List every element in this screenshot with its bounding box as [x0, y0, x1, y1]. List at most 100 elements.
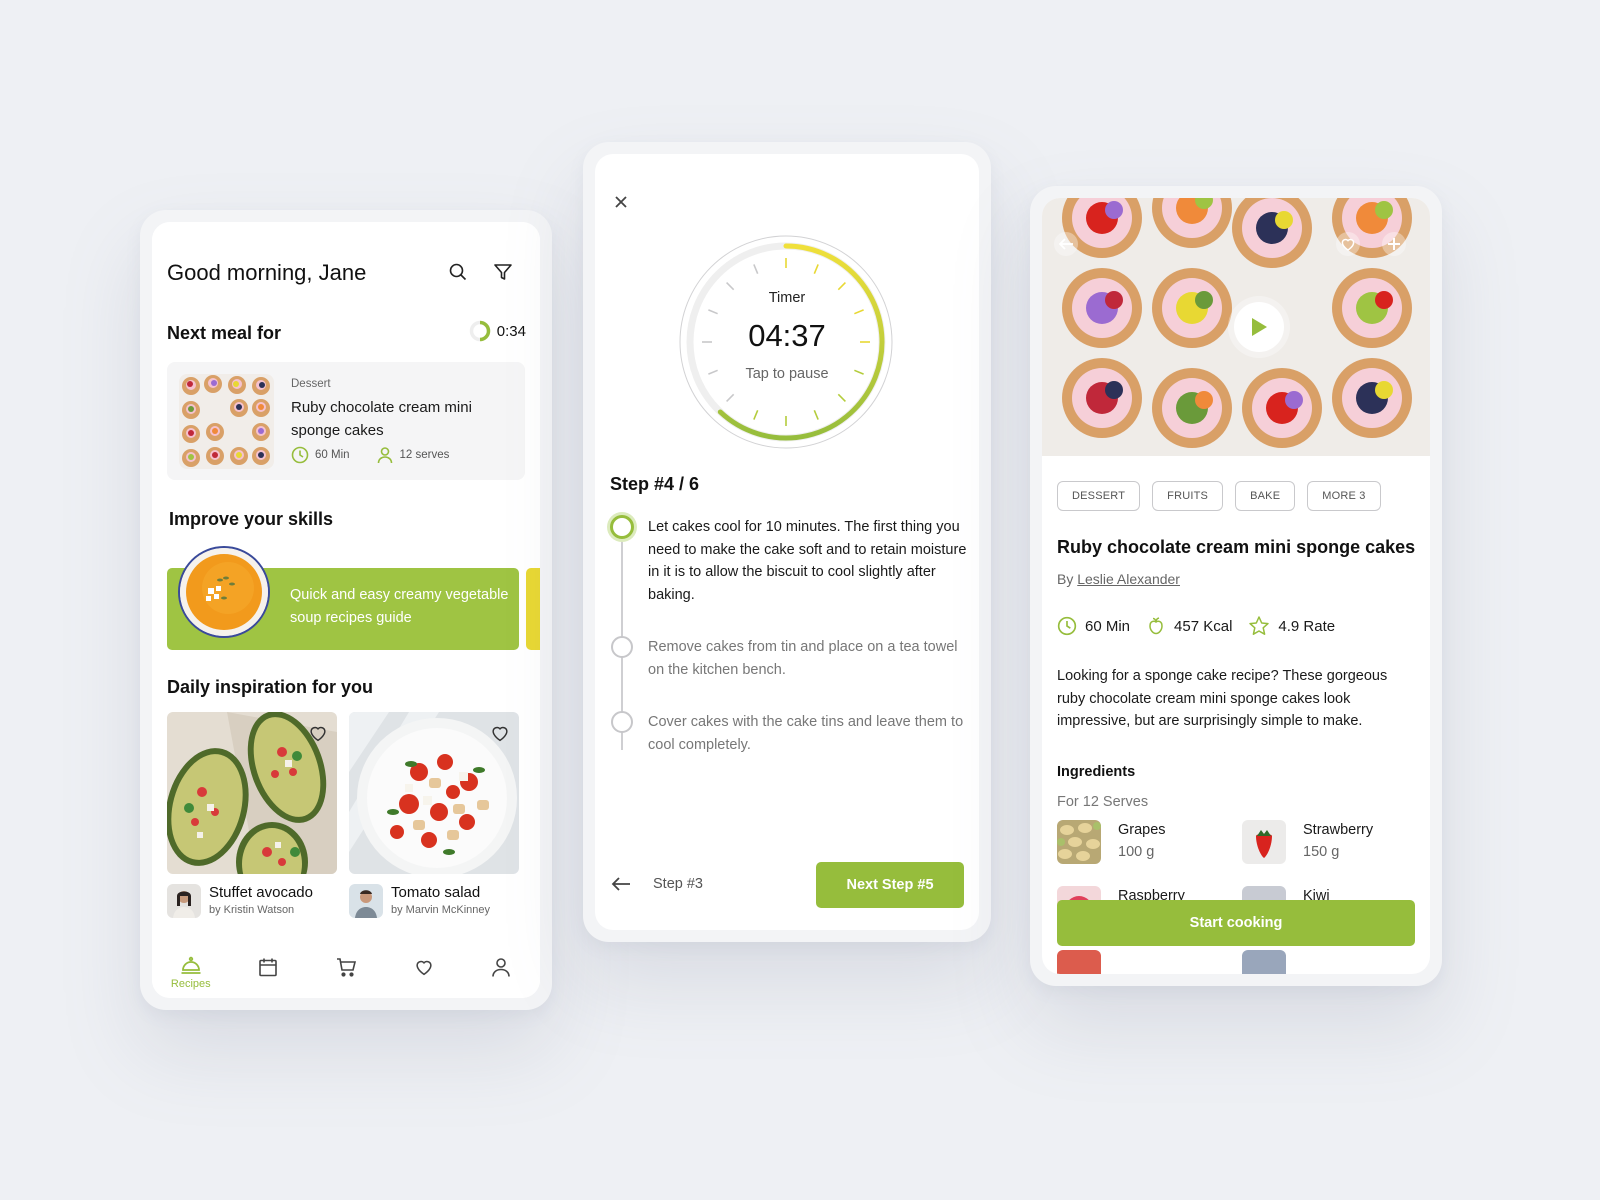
ingredient-name: Strawberry	[1303, 822, 1374, 838]
calendar-icon	[259, 958, 278, 977]
tab-label: Recipes	[170, 978, 211, 990]
timer-hint: Tap to pause	[745, 366, 829, 382]
cloche-icon	[181, 956, 201, 974]
next-step-button[interactable]: Next Step #5	[816, 862, 964, 908]
favorite-button[interactable]	[307, 722, 329, 744]
ingredients-heading: Ingredients	[1057, 764, 1136, 780]
step-text: Let cakes cool for 10 minutes. The first…	[648, 519, 967, 603]
next-meal-countdown: 0:34	[469, 320, 526, 342]
cake-decoration	[1375, 381, 1393, 399]
favorite-button[interactable]	[489, 722, 511, 744]
countdown-ring-icon	[469, 320, 491, 342]
step-counter: Step #4 / 6	[610, 474, 700, 494]
timer-dial[interactable]: Timer 04:37 Tap to pause	[678, 234, 894, 450]
close-icon	[615, 196, 627, 208]
next-meal-heading: Next meal for	[167, 323, 282, 343]
step-navigation: Step #3 Next Step #5	[595, 850, 979, 930]
more-tags-chip[interactable]: MORE 3	[1307, 481, 1381, 511]
step-item[interactable]: Remove cakes from tin and place on a tea…	[610, 636, 970, 681]
avocado-image	[167, 712, 337, 874]
search-button[interactable]	[445, 259, 471, 285]
play-video-button[interactable]	[1234, 302, 1284, 352]
start-cooking-button[interactable]: Start cooking	[1057, 900, 1415, 946]
play-icon	[1252, 318, 1267, 336]
cake-decoration	[1105, 201, 1123, 219]
tag-chip[interactable]: BAKE	[1235, 481, 1296, 511]
star-icon	[1249, 616, 1270, 635]
cake-decoration	[1285, 391, 1303, 409]
heart-icon	[415, 960, 432, 976]
ingredient-item[interactable]: Strawberry 150 g	[1242, 820, 1422, 864]
clock-icon	[1057, 616, 1077, 636]
skills-heading: Improve your skills	[169, 509, 334, 529]
author-link[interactable]: Leslie Alexander	[1077, 571, 1180, 587]
step-item-current[interactable]: Let cakes cool for 10 minutes. The first…	[610, 515, 970, 606]
next-meal-card[interactable]: Dessert Ruby chocolate cream mini sponge…	[167, 362, 525, 480]
previous-step-button[interactable]: Step #3	[611, 876, 703, 892]
stat-time: 60 Min	[1085, 617, 1131, 635]
ingredient-thumb-peek	[1242, 950, 1286, 974]
recipe-title: Tomato salad	[391, 884, 481, 901]
tag-chip[interactable]: DESSERT	[1057, 481, 1141, 511]
arrow-left-icon	[611, 877, 630, 891]
greeting-title: Good morning, Jane	[167, 260, 367, 285]
previous-step-label: Step #3	[653, 876, 703, 892]
apple-icon	[1149, 617, 1163, 635]
recipe-byline: By Leslie Alexander	[1057, 571, 1180, 587]
step-marker	[611, 636, 633, 658]
ingredient-item[interactable]: Grapes 100 g	[1057, 820, 1237, 864]
filter-button[interactable]	[490, 259, 516, 285]
inspiration-card[interactable]: Stuffet avocado by Kristin Watson	[167, 712, 337, 918]
favorite-button[interactable]	[1336, 232, 1360, 256]
arrow-left-icon	[1058, 238, 1073, 250]
author-avatar	[349, 884, 383, 918]
user-icon	[492, 958, 510, 977]
inspiration-card[interactable]: Tomato salad by Marvin McKinney	[349, 712, 519, 918]
recipe-screen: DESSERT FRUITS BAKE MORE 3 Ruby chocolat…	[1042, 198, 1430, 974]
skill-card-next[interactable]	[526, 568, 540, 650]
back-button[interactable]	[1054, 232, 1078, 256]
author-avatar	[167, 884, 201, 918]
step-text: Remove cakes from tin and place on a tea…	[648, 639, 958, 678]
meal-category: Dessert	[291, 378, 331, 390]
cart-icon	[336, 958, 357, 977]
home-screen: Good morning, Jane Next meal for 0:34 De…	[152, 222, 540, 998]
ingredient-amount: 150 g	[1303, 844, 1340, 860]
meal-meta: 60 Min 12 serves	[291, 446, 449, 464]
recipe-stats: 60 Min 457 Kcal 4.9 Rate	[1057, 615, 1351, 637]
stat-rating: 4.9 Rate	[1278, 617, 1336, 635]
close-button[interactable]	[613, 194, 629, 210]
recipe-description: Looking for a sponge cake recipe? These …	[1057, 668, 1388, 729]
recipe-author: by Kristin Watson	[209, 904, 295, 916]
recipe-title: Stuffet avocado	[209, 884, 313, 901]
recipe-title: Ruby chocolate cream mini sponge cakes	[1057, 537, 1416, 557]
plus-icon	[1388, 238, 1400, 250]
ingredient-thumb-peek	[1057, 950, 1101, 974]
tag-chip[interactable]: FRUITS	[1152, 481, 1224, 511]
soup-bowl-image	[178, 546, 270, 638]
tab-recipes[interactable]: Recipes	[161, 956, 221, 990]
tab-profile[interactable]	[471, 956, 531, 978]
cake-decoration	[1275, 211, 1293, 229]
heart-icon	[492, 726, 508, 742]
step-item[interactable]: Cover cakes with the cake tins and leave…	[610, 711, 970, 756]
timer-value: 04:37	[748, 318, 826, 353]
ingredient-amount: 100 g	[1118, 844, 1155, 860]
tab-calendar[interactable]	[238, 956, 298, 978]
ingredient-name: Grapes	[1118, 822, 1166, 838]
ingredients-serves: For 12 Serves	[1057, 794, 1149, 810]
step-marker-active	[610, 515, 634, 539]
step-marker	[611, 711, 633, 733]
add-button[interactable]	[1382, 232, 1406, 256]
cake-decoration	[1195, 391, 1213, 409]
cake-decoration	[1105, 381, 1123, 399]
stat-calories: 457 Kcal	[1174, 617, 1233, 635]
step-text: Cover cakes with the cake tins and leave…	[648, 714, 964, 753]
cake-decoration	[1105, 291, 1123, 309]
tab-cart[interactable]	[316, 956, 376, 978]
meal-serves: 12 serves	[399, 449, 450, 461]
recipe-tags: DESSERT FRUITS BAKE MORE 3	[1057, 481, 1381, 511]
tab-favorites[interactable]	[394, 956, 454, 978]
timer-label: Timer	[768, 290, 806, 306]
grapes-image	[1057, 820, 1101, 864]
